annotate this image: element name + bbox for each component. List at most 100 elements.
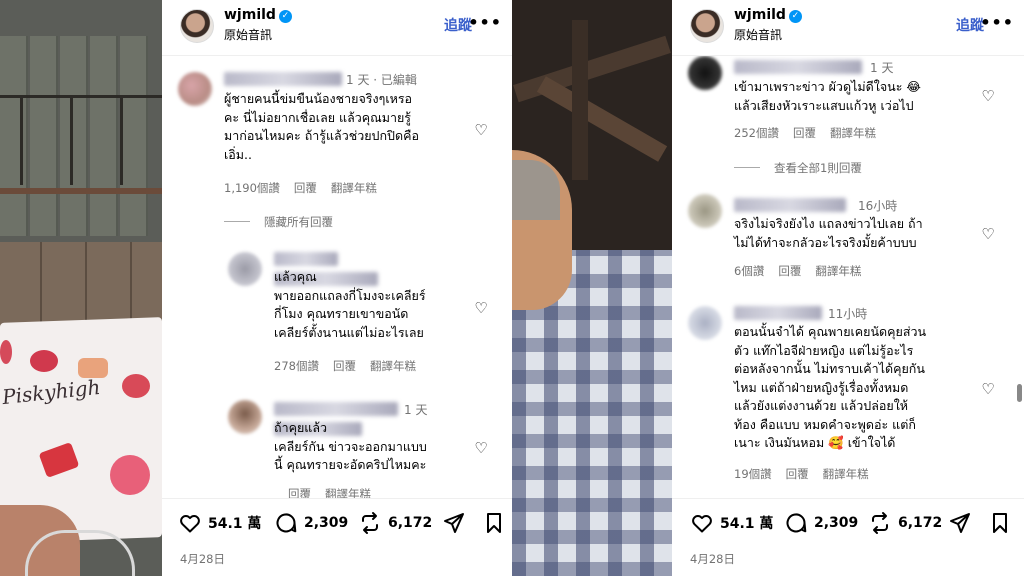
screenshot-composite: Piskyhigh wjmild ✓ 原始音訊 追蹤 ••• 1 天 · 已編輯 … bbox=[0, 0, 1024, 576]
railing bbox=[0, 95, 162, 98]
heart-sticker bbox=[122, 374, 150, 398]
save-button[interactable] bbox=[988, 511, 1018, 535]
repost-icon bbox=[872, 512, 888, 534]
badge-sticker bbox=[110, 455, 150, 495]
post-actions-bar: 54.1 萬 2,309 6,172 4月28日 bbox=[672, 498, 1024, 576]
more-options-icon[interactable]: ••• bbox=[980, 13, 1014, 32]
send-icon bbox=[950, 513, 970, 533]
repost-button[interactable]: 6,172 bbox=[358, 511, 432, 535]
audio-label[interactable]: 原始音訊 bbox=[224, 26, 272, 43]
commenter-name-blurred[interactable] bbox=[734, 306, 822, 320]
wall-panel bbox=[120, 36, 148, 236]
wall-panel bbox=[30, 36, 58, 236]
comment-list[interactable]: 1 天 · 已編輯 ผู้ชายคนนี้ข่มขืนน้องชายจริงๆเ… bbox=[162, 56, 512, 498]
like-button[interactable]: 54.1 萬 bbox=[178, 511, 261, 535]
like-heart-icon[interactable]: ♡ bbox=[980, 226, 996, 242]
profile-avatar[interactable] bbox=[690, 9, 724, 43]
commenter-avatar[interactable] bbox=[688, 56, 722, 90]
commenter-avatar[interactable] bbox=[228, 252, 262, 286]
commenter-name-blurred[interactable] bbox=[274, 402, 398, 416]
wall-panel bbox=[60, 36, 88, 236]
profile-avatar[interactable] bbox=[180, 9, 214, 43]
comment-time: 1 天 bbox=[870, 61, 894, 75]
wall-panel bbox=[90, 36, 118, 236]
comment-likes[interactable]: 252個讚 bbox=[734, 126, 779, 140]
hide-replies-link[interactable]: 隱藏所有回覆 bbox=[224, 214, 333, 230]
comment-meta: 19個讚 回覆 翻譯年糕 bbox=[734, 466, 883, 482]
username[interactable]: wjmild ✓ bbox=[734, 7, 802, 23]
like-heart-icon[interactable]: ♡ bbox=[473, 122, 489, 138]
comment-text: จริงไม่จริงยังไง แถลงข่าวไปเลย ถ้า ไม่ได… bbox=[734, 216, 923, 250]
reply-button[interactable]: 回覆 bbox=[333, 359, 356, 373]
wall-panel bbox=[0, 36, 28, 236]
commenter-avatar[interactable] bbox=[178, 72, 212, 106]
comment-meta: 278個讚 回覆 翻譯年糕 bbox=[274, 358, 430, 374]
comment-likes[interactable]: 19個讚 bbox=[734, 467, 772, 481]
reply-button[interactable]: 回覆 bbox=[793, 126, 816, 140]
comment-list[interactable]: 1 天 เข้ามาเพราะข่าว ผัวดูไม่ดีใจนะ 😂 แล้… bbox=[672, 56, 1024, 498]
share-button[interactable] bbox=[948, 511, 978, 535]
heart-icon bbox=[180, 515, 200, 533]
send-icon bbox=[444, 513, 464, 533]
commenter-name-blurred[interactable] bbox=[734, 60, 862, 74]
post-header: wjmild ✓ 原始音訊 追蹤 ••• bbox=[672, 0, 1024, 56]
commenter-avatar[interactable] bbox=[688, 194, 722, 228]
wooden-post bbox=[572, 20, 588, 180]
comment-bubble-icon bbox=[276, 513, 297, 533]
like-heart-icon[interactable]: ♡ bbox=[473, 300, 489, 316]
comment-text: ผู้ชายคนนี้ข่มขืนน้องชายจริงๆเหรอ คะ นี่… bbox=[224, 91, 419, 162]
comment-text: ถ้าคุยแล้ว เคลียร์กัน ข่าวจะออกมาแบบ นี้… bbox=[274, 420, 427, 472]
commenter-avatar[interactable] bbox=[688, 306, 722, 340]
railing-post bbox=[120, 95, 123, 185]
translate-button[interactable]: 翻譯年糕 bbox=[331, 181, 377, 195]
like-heart-icon[interactable]: ♡ bbox=[980, 88, 996, 104]
instagram-comments-panel: wjmild ✓ 原始音訊 追蹤 ••• 1 天 · 已編輯 ผู้ชายคนนี… bbox=[162, 0, 512, 576]
comment-button[interactable]: 2,309 bbox=[274, 511, 348, 535]
save-button[interactable] bbox=[482, 511, 512, 535]
comment-time: 16小時 bbox=[858, 199, 898, 213]
repost-count: 6,172 bbox=[898, 515, 943, 531]
commenter-name-blurred[interactable] bbox=[734, 198, 846, 212]
comment-bubble-icon bbox=[786, 513, 807, 533]
commenter-avatar[interactable] bbox=[228, 400, 262, 434]
ceiling-beam bbox=[536, 76, 668, 162]
like-heart-icon[interactable]: ♡ bbox=[473, 440, 489, 456]
sticker bbox=[0, 340, 12, 364]
instagram-comments-panel: wjmild ✓ 原始音訊 追蹤 ••• 1 天 เข้ามาเพราะข่าว … bbox=[672, 0, 1024, 576]
translate-button[interactable]: 翻譯年糕 bbox=[830, 126, 876, 140]
comment-likes[interactable]: 6個讚 bbox=[734, 264, 764, 278]
reply-button[interactable]: 回覆 bbox=[294, 181, 317, 195]
reply-button[interactable]: 回覆 bbox=[288, 487, 311, 498]
repost-button[interactable]: 6,172 bbox=[868, 511, 942, 535]
translate-button[interactable]: 翻譯年糕 bbox=[370, 359, 416, 373]
view-all-replies-link[interactable]: 查看全部1則回覆 bbox=[734, 160, 862, 176]
share-button[interactable] bbox=[442, 511, 472, 535]
commenter-name-blurred[interactable] bbox=[274, 252, 338, 266]
username-text[interactable]: wjmild bbox=[224, 7, 276, 23]
bookmark-icon bbox=[993, 513, 1007, 533]
video-frame-left[interactable]: Piskyhigh bbox=[0, 0, 162, 576]
bag-handle bbox=[25, 530, 135, 576]
like-button[interactable]: 54.1 萬 bbox=[690, 511, 773, 535]
translate-button[interactable]: 翻譯年糕 bbox=[815, 264, 861, 278]
like-heart-icon[interactable]: ♡ bbox=[980, 381, 996, 397]
translate-button[interactable]: 翻譯年糕 bbox=[823, 467, 869, 481]
more-options-icon[interactable]: ••• bbox=[468, 13, 502, 32]
commenter-name-blurred[interactable] bbox=[224, 72, 342, 86]
reply-button[interactable]: 回覆 bbox=[786, 467, 809, 481]
audio-label[interactable]: 原始音訊 bbox=[734, 26, 782, 43]
scrollbar-thumb[interactable] bbox=[1017, 384, 1022, 402]
username[interactable]: wjmild ✓ bbox=[224, 7, 292, 23]
post-date: 4月28日 bbox=[690, 552, 735, 566]
username-text[interactable]: wjmild bbox=[734, 7, 786, 23]
reply-button[interactable]: 回覆 bbox=[778, 264, 801, 278]
verified-badge-icon: ✓ bbox=[788, 10, 802, 23]
comment-likes[interactable]: 278個讚 bbox=[274, 359, 319, 373]
post-header: wjmild ✓ 原始音訊 追蹤 ••• bbox=[162, 0, 512, 56]
cabinet-seam bbox=[85, 242, 87, 332]
comment-button[interactable]: 2,309 bbox=[784, 511, 858, 535]
like-count: 54.1 萬 bbox=[208, 516, 262, 532]
comment-likes[interactable]: 1,190個讚 bbox=[224, 181, 280, 195]
translate-button[interactable]: 翻譯年糕 bbox=[325, 487, 371, 498]
post-actions-bar: 54.1 萬 2,309 6,172 4月28日 bbox=[162, 498, 512, 576]
